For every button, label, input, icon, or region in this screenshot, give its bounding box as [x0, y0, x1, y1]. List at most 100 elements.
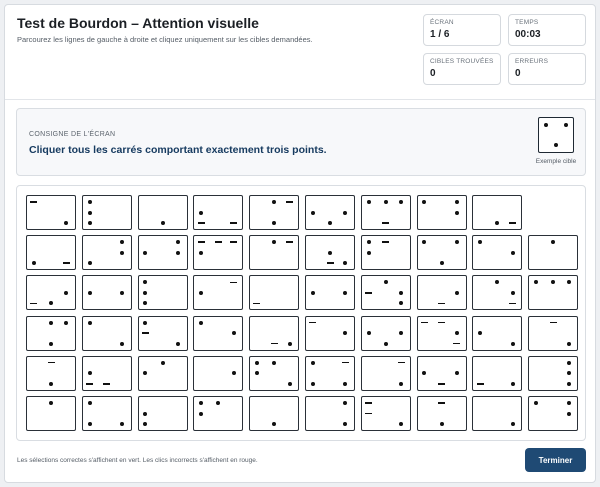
dot-mark	[199, 400, 204, 405]
finish-button[interactable]: Terminer	[525, 448, 586, 472]
dot-mark	[343, 331, 348, 336]
stimulus-square[interactable]	[137, 195, 188, 230]
stimulus-square[interactable]	[472, 355, 523, 391]
dot-mark	[399, 301, 404, 306]
stimulus-square[interactable]	[81, 275, 132, 311]
dot-mark	[551, 240, 556, 245]
dash-mark	[365, 412, 373, 415]
dot-mark	[160, 360, 165, 365]
stimulus-grid	[16, 185, 586, 441]
stimulus-square[interactable]	[249, 195, 300, 230]
dash-mark	[365, 402, 373, 404]
dash-mark	[382, 241, 390, 243]
dot-mark	[272, 422, 277, 427]
stimulus-square[interactable]	[193, 396, 244, 431]
example-caption: Exemple cible	[535, 158, 577, 165]
stimulus-square[interactable]	[360, 235, 411, 271]
stimulus-square[interactable]	[81, 235, 132, 271]
stimulus-square[interactable]	[249, 235, 300, 271]
stimulus-square[interactable]	[472, 315, 523, 351]
stimulus-square[interactable]	[26, 275, 76, 311]
stimulus-square[interactable]	[26, 396, 76, 431]
header-divider	[5, 99, 595, 100]
dot-mark	[254, 371, 259, 376]
dash-mark	[365, 292, 373, 294]
stimulus-square[interactable]	[472, 195, 523, 230]
stimulus-square[interactable]	[472, 235, 523, 271]
dot-mark	[272, 360, 277, 365]
stat-errors: ERREURS 0	[508, 53, 586, 85]
stat-errors-label: ERREURS	[515, 58, 549, 65]
stimulus-square[interactable]	[249, 396, 300, 431]
dash-mark	[286, 241, 294, 243]
dot-mark	[454, 331, 459, 336]
stimulus-square[interactable]	[249, 315, 300, 351]
stimulus-square[interactable]	[360, 275, 411, 311]
stimulus-square[interactable]	[193, 235, 244, 271]
stimulus-square[interactable]	[416, 355, 467, 391]
stimulus-square[interactable]	[305, 355, 355, 391]
dot-mark	[343, 400, 348, 405]
dot-mark	[478, 331, 483, 336]
stimulus-square[interactable]	[416, 195, 467, 230]
stimulus-square[interactable]	[137, 275, 188, 311]
stimulus-square[interactable]	[305, 275, 355, 311]
dot-mark	[566, 411, 571, 416]
stimulus-square[interactable]	[416, 315, 467, 351]
stimulus-square[interactable]	[26, 235, 76, 271]
dot-mark	[143, 371, 148, 376]
stimulus-square[interactable]	[249, 275, 300, 311]
dash-mark	[253, 302, 261, 305]
stimulus-square[interactable]	[416, 396, 467, 431]
stimulus-square[interactable]	[360, 396, 411, 431]
stimulus-square[interactable]	[528, 235, 579, 271]
stimulus-square[interactable]	[472, 396, 523, 431]
stimulus-square[interactable]	[193, 195, 244, 230]
stimulus-square[interactable]	[528, 275, 579, 311]
stimulus-square[interactable]	[137, 355, 188, 391]
dot-mark	[199, 290, 204, 295]
dot-mark	[328, 221, 332, 226]
stimulus-square[interactable]	[360, 315, 411, 351]
stimulus-square[interactable]	[305, 315, 355, 351]
dot-mark	[310, 360, 315, 365]
page-title: Test de Bourdon – Attention visuelle	[17, 15, 259, 31]
stimulus-square[interactable]	[416, 235, 467, 271]
dash-mark	[230, 241, 238, 243]
dot-mark	[566, 371, 571, 376]
stimulus-square[interactable]	[137, 396, 188, 431]
stimulus-square[interactable]	[249, 355, 300, 391]
dot-mark	[120, 240, 125, 245]
stimulus-square[interactable]	[193, 355, 244, 391]
dot-mark	[328, 250, 332, 255]
stimulus-square[interactable]	[528, 396, 579, 431]
stimulus-square[interactable]	[81, 315, 132, 351]
stimulus-square[interactable]	[81, 355, 132, 391]
dash-mark	[214, 241, 222, 243]
dot-mark	[454, 199, 459, 204]
stimulus-square[interactable]	[360, 195, 411, 230]
stimulus-square[interactable]	[81, 195, 132, 230]
dot-mark	[64, 221, 69, 226]
stimulus-square[interactable]	[305, 396, 355, 431]
stimulus-square[interactable]	[81, 396, 132, 431]
dot-mark	[64, 290, 69, 295]
dot-mark	[143, 301, 148, 306]
stimulus-square[interactable]	[305, 195, 355, 230]
stimulus-square[interactable]	[26, 195, 76, 230]
stimulus-square[interactable]	[360, 355, 411, 391]
stimulus-square[interactable]	[26, 315, 76, 351]
dash-mark	[420, 321, 428, 324]
stimulus-square[interactable]	[416, 275, 467, 311]
stimulus-square[interactable]	[137, 235, 188, 271]
stimulus-square[interactable]	[193, 275, 244, 311]
stimulus-square[interactable]	[305, 235, 355, 271]
stimulus-square[interactable]	[193, 315, 244, 351]
stimulus-square[interactable]	[472, 275, 523, 311]
dash-mark	[341, 361, 349, 364]
stimulus-square[interactable]	[528, 315, 579, 351]
stimulus-square[interactable]	[26, 355, 76, 391]
stimulus-square[interactable]	[528, 355, 579, 391]
dot-mark	[510, 290, 515, 295]
stimulus-square[interactable]	[137, 315, 188, 351]
